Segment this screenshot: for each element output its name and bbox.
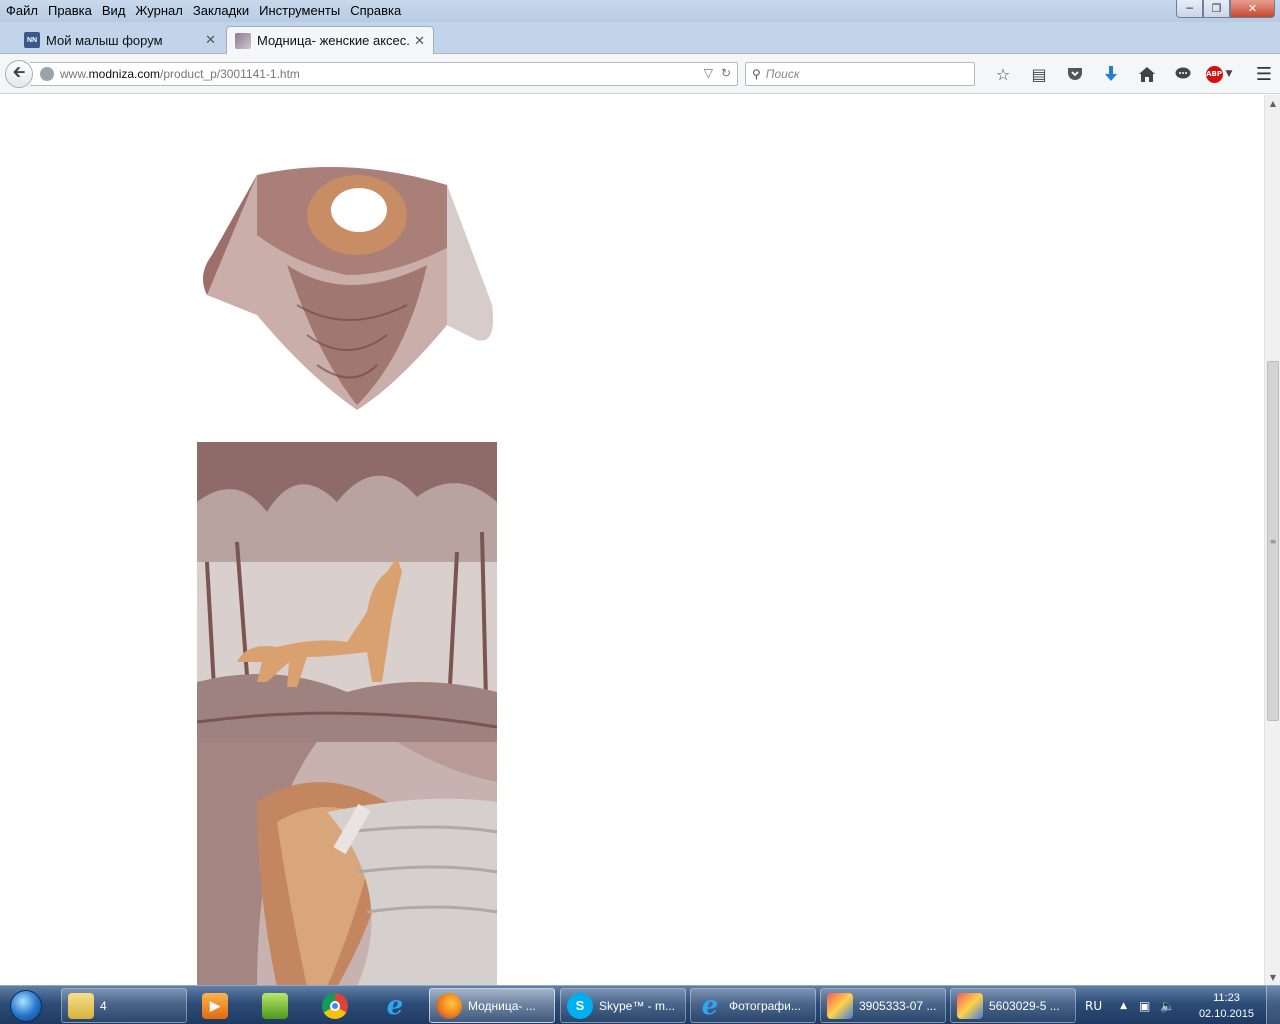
image-viewer-icon: [957, 992, 983, 1019]
tab-title: Модница- женские аксес...: [257, 33, 411, 48]
url-bar[interactable]: www. modniza.com/product_p/3001141-1.htm …: [30, 62, 738, 86]
taskbar-item-media-player[interactable]: ▶: [196, 988, 240, 1023]
taskbar-label: Skype™ - m...: [599, 998, 676, 1013]
globe-icon: [40, 67, 54, 81]
download-icon[interactable]: [1093, 62, 1129, 86]
restore-icon: ❐: [1211, 2, 1222, 15]
restore-button[interactable]: ❐: [1203, 0, 1230, 18]
firefox-icon: [436, 992, 462, 1019]
close-window-button[interactable]: ✕: [1230, 0, 1275, 18]
minimize-icon: ─: [1186, 2, 1193, 15]
search-icon: ⚲: [752, 67, 761, 81]
taskbar-label: Модница- ...: [468, 998, 536, 1013]
network-app-icon: [262, 992, 288, 1019]
close-icon: ✕: [1247, 2, 1258, 15]
network-icon[interactable]: ▣: [1139, 999, 1150, 1013]
menu-help[interactable]: Справка: [346, 3, 407, 18]
ie-icon: e: [701, 990, 719, 1021]
url-prefix: www.: [60, 67, 89, 81]
chrome-icon: [322, 992, 348, 1019]
tab-strip: NN Мой малыш форум ✕ Модница- женские ак…: [0, 22, 1280, 71]
scarf-wolf-print-image[interactable]: [197, 442, 497, 742]
adblock-icon[interactable]: ABP ▼: [1201, 62, 1237, 86]
clock-time: 11:23: [1213, 992, 1240, 1004]
navigation-toolbar: www. modniza.com/product_p/3001141-1.htm …: [0, 54, 1280, 94]
media-player-icon: ▶: [202, 992, 228, 1019]
menu-file[interactable]: Файл: [2, 3, 44, 18]
back-button[interactable]: 🡰: [5, 60, 33, 88]
minimize-button[interactable]: ─: [1176, 0, 1203, 18]
menu-bar: Файл Правка Вид Журнал Закладки Инструме…: [0, 0, 407, 20]
window-controls: ─ ❐ ✕: [1176, 0, 1275, 18]
volume-icon[interactable]: 🔈: [1160, 999, 1175, 1013]
taskbar-item-firefox[interactable]: Модница- ...: [429, 988, 555, 1023]
tab-forum[interactable]: NN Мой малыш форум ✕: [16, 26, 224, 54]
url-domain: modniza.com: [88, 67, 161, 81]
taskbar-item-chrome[interactable]: [316, 988, 360, 1023]
reload-icon[interactable]: ↻: [721, 66, 731, 80]
ie-icon: e: [386, 990, 404, 1021]
reading-list-icon[interactable]: ▤: [1021, 62, 1057, 86]
scarf-product-image[interactable]: [197, 155, 497, 425]
vertical-scrollbar[interactable]: ▲ ≡ ▼: [1264, 95, 1280, 985]
taskbar-label: Фотографи...: [729, 998, 801, 1013]
taskbar-label: 5603029-5 ...: [989, 998, 1060, 1013]
taskbar-item-network-app[interactable]: [256, 988, 300, 1023]
scroll-down-icon[interactable]: ▼: [1265, 969, 1280, 985]
windows-taskbar: 4 ▶ e Модница- ... S Skype™ - m... e Фот…: [0, 985, 1280, 1024]
skype-icon: S: [567, 992, 593, 1019]
menu-history[interactable]: Журнал: [131, 3, 188, 18]
image-viewer-icon: [827, 992, 853, 1019]
star-icon[interactable]: ☆: [985, 62, 1021, 86]
windows-orb-icon: [10, 989, 42, 1022]
modniza-favicon-icon: [235, 32, 251, 49]
tab-close-icon[interactable]: ✕: [414, 33, 425, 49]
chat-icon[interactable]: [1165, 62, 1201, 86]
menu-view[interactable]: Вид: [98, 3, 132, 18]
taskbar-label: 3905333-07 ...: [859, 998, 937, 1013]
toolbar-icons: ☆ ▤ ABP ▼: [985, 62, 1237, 86]
language-indicator[interactable]: RU: [1085, 999, 1102, 1013]
taskbar-label: 4: [100, 998, 107, 1013]
search-input[interactable]: ⚲ Поиск: [745, 62, 975, 86]
dropdown-arrow-icon[interactable]: ▽: [704, 66, 713, 80]
scroll-up-icon[interactable]: ▲: [1265, 95, 1280, 111]
search-placeholder: Поиск: [765, 67, 800, 81]
back-arrow-icon: 🡰: [12, 61, 26, 81]
tab-modniza[interactable]: Модница- женские аксес... ✕: [226, 26, 434, 54]
show-desktop-button[interactable]: [1266, 986, 1280, 1024]
taskbar-item-image-2[interactable]: 5603029-5 ...: [950, 988, 1076, 1023]
page-content: [0, 95, 1264, 985]
nn-favicon-icon: NN: [24, 32, 40, 48]
taskbar-item-ie[interactable]: e: [376, 988, 420, 1023]
taskbar-item-folder[interactable]: 4: [61, 988, 187, 1023]
taskbar-item-skype[interactable]: S Skype™ - m...: [560, 988, 686, 1023]
clock[interactable]: 11:23 02.10.2015: [1199, 990, 1254, 1022]
menu-hamburger-icon[interactable]: ☰: [1256, 64, 1272, 85]
window-titlebar: Файл Правка Вид Журнал Закладки Инструме…: [0, 0, 1280, 22]
taskbar-item-image-1[interactable]: 3905333-07 ...: [820, 988, 946, 1023]
start-button[interactable]: [4, 987, 48, 1024]
url-path: /product_p/3001141-1.htm: [160, 67, 300, 81]
menu-bookmarks[interactable]: Закладки: [189, 3, 255, 18]
tray-expand-icon[interactable]: ▲: [1120, 1001, 1127, 1011]
home-icon[interactable]: [1129, 62, 1165, 86]
menu-tools[interactable]: Инструменты: [255, 3, 346, 18]
pocket-icon[interactable]: [1057, 62, 1093, 86]
scrollbar-thumb[interactable]: ≡: [1267, 361, 1279, 721]
menu-edit[interactable]: Правка: [44, 3, 98, 18]
clock-date: 02.10.2015: [1198, 1008, 1254, 1020]
tab-title: Мой малыш форум: [46, 32, 163, 48]
taskbar-item-photos-ie[interactable]: e Фотографи...: [690, 988, 816, 1023]
tab-close-icon[interactable]: ✕: [205, 32, 216, 48]
scarf-folded-image[interactable]: [197, 742, 497, 985]
system-tray: RU ▲ ▣ 🔈: [1085, 986, 1175, 1024]
folder-icon: [68, 992, 94, 1019]
grip-icon: ≡: [1269, 536, 1277, 546]
